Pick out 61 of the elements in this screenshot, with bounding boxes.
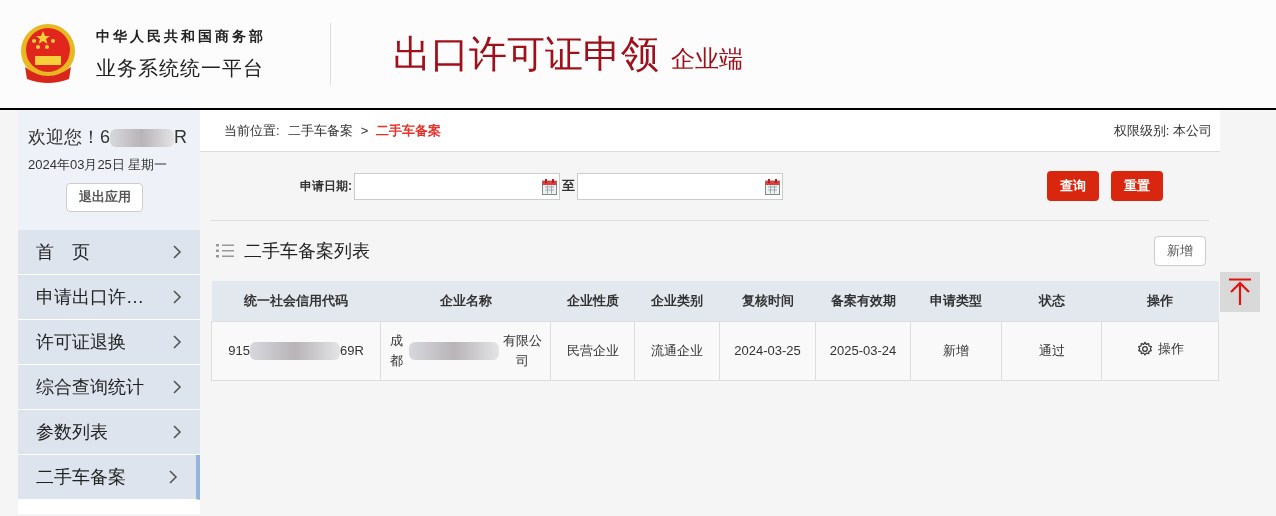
table-cell: 新增 xyxy=(943,342,969,358)
list-title: 二手车备案列表 xyxy=(244,239,370,263)
table-cell: 民营企业 xyxy=(566,342,619,358)
table-cell: 流通企业 xyxy=(651,342,703,358)
welcome-text: R xyxy=(174,126,187,149)
back-to-top-button[interactable] xyxy=(1220,272,1260,312)
nav-item[interactable]: 二手车备案 xyxy=(18,455,200,500)
breadcrumb-separator: > xyxy=(360,121,369,140)
table-cell: 2025-03-24 xyxy=(829,342,897,358)
reset-button[interactable]: 重置 xyxy=(1111,171,1163,201)
nav-item[interactable]: 参数列表 xyxy=(18,410,200,455)
list-icon xyxy=(216,244,234,258)
date-text: 2024年03月25日 星期一 xyxy=(28,156,168,174)
permission-text: 权限级别: 本公司 xyxy=(1113,121,1212,140)
blur-mark xyxy=(110,128,174,147)
column-header: 申请类型 xyxy=(910,281,1002,321)
column-header: 操作 xyxy=(1101,281,1219,321)
app-subtitle: 企业端 xyxy=(671,43,743,74)
add-button[interactable]: 新增 xyxy=(1154,236,1206,266)
chevron-right-icon xyxy=(172,380,182,394)
column-header: 企业性质 xyxy=(550,281,635,321)
platform-name: 业务系统统一平台 xyxy=(96,55,265,81)
column-header: 状态 xyxy=(1001,281,1102,321)
chevron-right-icon xyxy=(172,290,182,304)
table-cell-text: 成都 xyxy=(389,332,405,370)
calendar-icon xyxy=(542,178,557,195)
nav-item[interactable]: 许可证退换 xyxy=(18,320,200,365)
nav-item[interactable]: 综合查询统计 xyxy=(18,365,200,410)
chevron-right-icon xyxy=(172,425,182,439)
arrow-up-icon xyxy=(1228,278,1252,306)
logout-button[interactable]: 退出应用 xyxy=(66,182,143,212)
chevron-right-icon xyxy=(168,470,178,484)
column-header: 企业类别 xyxy=(634,281,720,321)
table-cell: 2024-03-25 xyxy=(734,342,801,358)
welcome-text: 欢迎您！6 xyxy=(28,126,110,149)
query-button[interactable]: 查询 xyxy=(1047,171,1099,201)
table-cell-text: 有限公司 xyxy=(502,332,543,370)
breadcrumb-link[interactable]: 二手车备案 xyxy=(287,120,353,141)
date-label: 申请日期: xyxy=(300,178,352,195)
date-field[interactable] xyxy=(577,172,783,200)
date-separator: 至 xyxy=(562,177,575,196)
breadcrumb-label: 当前位置: xyxy=(224,121,280,140)
breadcrumb-current: 二手车备案 xyxy=(376,121,442,140)
nav-item[interactable]: 申请出口许… xyxy=(18,275,200,320)
calendar-icon xyxy=(765,178,780,195)
table-cell: 通过 xyxy=(1038,342,1065,358)
app-title: 出口许可证申领 xyxy=(393,31,659,77)
chevron-right-icon xyxy=(172,335,182,349)
ministry-name: 中华人民共和国商务部 xyxy=(96,26,266,46)
chevron-right-icon xyxy=(172,245,182,259)
date-field[interactable] xyxy=(354,172,560,200)
settings-icon xyxy=(1136,340,1153,357)
nav-item[interactable]: 首 页 xyxy=(18,230,200,275)
emblem-icon xyxy=(19,23,77,85)
column-header: 企业名称 xyxy=(380,281,551,321)
table-cell-text: 915 xyxy=(228,341,250,360)
column-header: 备案有效期 xyxy=(815,281,911,321)
column-header: 复核时间 xyxy=(719,281,816,321)
column-header: 统一社会信用代码 xyxy=(211,281,381,321)
action-link[interactable]: 操作 xyxy=(1136,338,1184,359)
table-cell-text: 69R xyxy=(339,341,364,360)
